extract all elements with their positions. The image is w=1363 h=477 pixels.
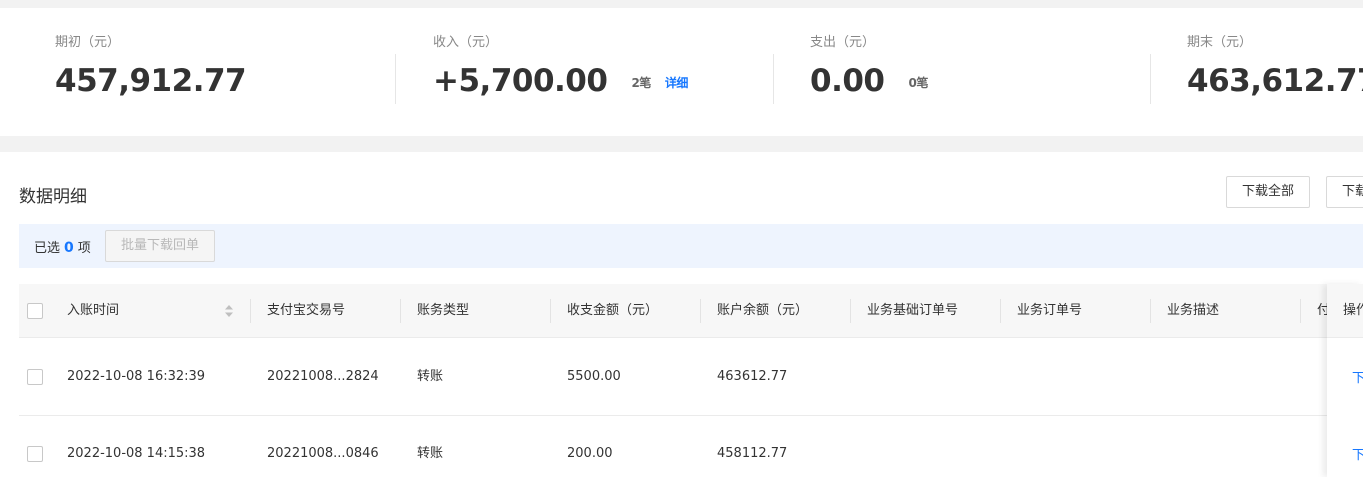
stat-divider	[395, 54, 396, 104]
detail-title: 数据明细	[19, 187, 87, 207]
stat-income: 收入（元） +5,700.00 2笔 详细	[433, 34, 688, 100]
header-balance: 账户余额（元）	[717, 303, 809, 318]
cell-trade-no: 20221008...0846	[267, 446, 379, 461]
stat-divider	[773, 54, 774, 104]
stat-expense-row: 0.00 0笔	[810, 64, 928, 100]
header-operation-cell: 操作	[1327, 284, 1363, 338]
stat-expense: 支出（元） 0.00 0笔	[810, 34, 928, 100]
stat-income-row: +5,700.00 2笔 详细	[433, 64, 688, 100]
table-row: 2022-10-08 14:15:38 20221008...0846 转账 2…	[19, 416, 1363, 477]
row-action-link[interactable]: 下	[1352, 444, 1363, 463]
stat-closing-label: 期末（元）	[1187, 35, 1253, 50]
cell-amount: 200.00	[567, 446, 613, 461]
stat-income-count: 2笔	[631, 75, 651, 90]
batch-download-receipt-button[interactable]: 批量下载回单	[105, 230, 216, 262]
stat-closing-value: 463,612.77	[1187, 63, 1363, 99]
selection-bar: 已选 0 项 批量下载回单	[19, 224, 1363, 268]
stat-expense-value: 0.00	[810, 63, 885, 99]
stat-income-label: 收入（元）	[433, 35, 499, 50]
selection-count: 0	[64, 240, 74, 256]
selection-status: 已选 0 项	[34, 237, 91, 256]
cell-balance: 458112.77	[717, 446, 788, 461]
stat-income-value: +5,700.00	[433, 63, 608, 99]
column-separator	[250, 299, 251, 323]
column-separator	[1150, 299, 1151, 323]
detail-panel: 数据明细 下载全部 下载 已选 0 项 批量下载回单 入账时间 支付宝交易号 账务类…	[0, 152, 1363, 477]
stat-divider	[1150, 54, 1151, 104]
selection-suffix: 项	[77, 241, 91, 256]
cell-type: 转账	[417, 369, 444, 384]
cell-type: 转账	[417, 446, 444, 461]
cell-trade-no: 20221008...2824	[267, 369, 379, 384]
header-amount: 收支金额（元）	[567, 303, 659, 318]
column-separator	[700, 299, 701, 323]
column-separator	[400, 299, 401, 323]
select-all-checkbox[interactable]	[27, 303, 43, 319]
income-detail-link[interactable]: 详细	[665, 76, 689, 90]
cell-balance: 463612.77	[717, 369, 788, 384]
stat-opening-label: 期初（元）	[55, 35, 121, 50]
top-gap	[0, 0, 1363, 8]
row-checkbox[interactable]	[27, 369, 43, 385]
cell-time: 2022-10-08 14:15:38	[67, 446, 206, 461]
header-order: 业务订单号	[1017, 303, 1083, 318]
cell-amount: 5500.00	[567, 369, 621, 384]
header-time[interactable]: 入账时间	[67, 284, 119, 338]
table-header: 入账时间 支付宝交易号 账务类型 收支金额（元） 账户余额（元） 业务基础订单号…	[19, 284, 1363, 338]
cell-time: 2022-10-08 16:32:39	[67, 369, 206, 384]
stat-opening: 期初（元） 457,912.77	[55, 34, 247, 99]
download-all-button[interactable]: 下载全部	[1226, 176, 1311, 208]
column-separator	[1300, 299, 1301, 323]
column-separator	[850, 299, 851, 323]
header-operation: 操作	[1343, 303, 1363, 318]
stat-expense-label: 支出（元）	[810, 35, 876, 50]
header-desc: 业务描述	[1167, 303, 1220, 318]
stat-closing: 期末（元） 463,612.77	[1187, 34, 1363, 98]
section-gap	[0, 136, 1363, 152]
table-row: 2022-10-08 16:32:39 20221008...2824 转账 5…	[19, 339, 1363, 416]
download-button[interactable]: 下载	[1326, 176, 1363, 208]
column-separator	[550, 299, 551, 323]
stat-opening-value: 457,912.77	[55, 63, 247, 99]
header-base-order: 业务基础订单号	[867, 303, 959, 318]
column-separator	[1000, 299, 1001, 323]
row-action-link[interactable]: 下	[1352, 367, 1363, 386]
summary-panel: 期初（元） 457,912.77 收入（元） +5,700.00 2笔 详细 支出（…	[0, 8, 1363, 136]
selection-prefix: 已选	[34, 241, 61, 256]
stat-expense-count: 0笔	[908, 75, 929, 90]
header-trade-no: 支付宝交易号	[267, 303, 346, 318]
row-checkbox[interactable]	[27, 446, 43, 462]
sort-caret-icon[interactable]	[224, 304, 234, 318]
header-type: 账务类型	[417, 303, 470, 318]
